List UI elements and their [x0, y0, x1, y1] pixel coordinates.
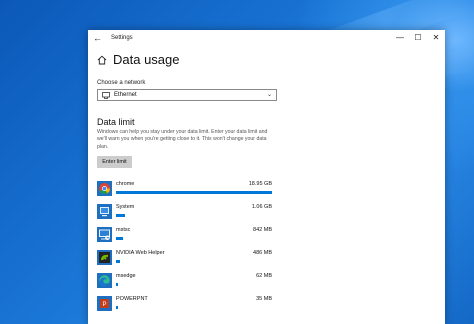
usage-bar: [116, 283, 118, 286]
app-size: 486 MB: [253, 250, 272, 256]
close-button[interactable]: ✕: [427, 30, 445, 46]
home-icon[interactable]: [97, 55, 107, 65]
ethernet-icon: [102, 92, 110, 99]
network-dropdown[interactable]: Ethernet ⌄: [97, 89, 277, 101]
window-title: Settings: [111, 35, 133, 41]
app-usage-row[interactable]: chrome 18.95 GB: [97, 180, 272, 202]
app-name: NVIDIA Web Helper: [116, 250, 165, 256]
app-usage-row[interactable]: msedge 62 MB: [97, 272, 272, 294]
data-limit-title: Data limit: [97, 117, 135, 127]
app-size: 842 MB: [253, 227, 272, 233]
settings-window: ← Settings — ☐ ✕ Data usage Choose a net…: [88, 30, 445, 324]
app-size: 62 MB: [256, 273, 272, 279]
usage-bar: [116, 306, 118, 309]
chrome-icon: [97, 181, 112, 196]
app-name: POWERPNT: [116, 296, 148, 302]
title-bar[interactable]: ← Settings — ☐ ✕: [88, 30, 445, 46]
app-name: mstsc: [116, 227, 131, 233]
network-selected-value: Ethernet: [114, 92, 137, 98]
usage-bar: [116, 214, 125, 217]
usage-bar: [116, 237, 123, 240]
app-size: 1.06 GB: [251, 204, 272, 210]
app-usage-row[interactable]: System 1.06 GB: [97, 203, 272, 225]
svg-text:P: P: [102, 302, 106, 308]
enter-limit-button[interactable]: Enter limit: [97, 156, 132, 168]
usage-bar: [116, 260, 120, 263]
app-size: 35 MB: [256, 296, 272, 302]
app-name: chrome: [116, 181, 135, 187]
remote-desktop-icon: [97, 227, 112, 242]
network-label: Choose a network: [97, 80, 146, 86]
app-name: System: [116, 204, 135, 210]
minimize-button[interactable]: —: [391, 30, 409, 46]
chevron-down-icon: ⌄: [266, 92, 272, 98]
usage-bar: [116, 191, 272, 194]
nvidia-icon: [97, 250, 112, 265]
page-title: Data usage: [113, 52, 180, 67]
app-usage-row[interactable]: mstsc 842 MB: [97, 226, 272, 248]
app-usage-row[interactable]: P POWERPNT 35 MB: [97, 295, 272, 317]
edge-icon: [97, 273, 112, 288]
data-limit-description: Windows can help you stay under your dat…: [97, 129, 268, 150]
app-size: 18.95 GB: [248, 181, 272, 187]
maximize-button[interactable]: ☐: [409, 30, 427, 46]
powerpoint-icon: P: [97, 296, 112, 311]
system-icon: [97, 204, 112, 219]
app-usage-row[interactable]: NVIDIA Web Helper 486 MB: [97, 249, 272, 271]
app-name: msedge: [116, 273, 136, 279]
back-arrow-icon[interactable]: ←: [93, 31, 105, 45]
